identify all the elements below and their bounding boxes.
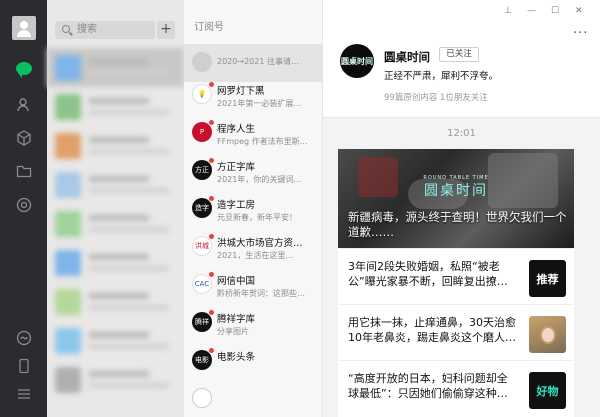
account-preview: 2021年，你的关键词…: [217, 175, 302, 184]
close-icon[interactable]: ✕: [575, 6, 583, 16]
cover-headline: 新疆病毒，源头终于查明！世界欠我们一个道歉……: [348, 210, 567, 239]
unread-dot: [209, 82, 214, 87]
wechat-window: 搜索 + 订阅号 2020→2021 往事请… 💡 网罗灯下黑 2021年第一必…: [0, 0, 600, 417]
list-item[interactable]: [47, 48, 184, 87]
article-item[interactable]: “高度开放的日本，妇科问题却全球最低”：只因她们偷偷穿这种… 好物: [338, 360, 574, 417]
minimize-icon[interactable]: —: [527, 6, 536, 16]
subscription-item[interactable]: [184, 380, 323, 417]
subscription-item[interactable]: 腾祥 腾祥字库 分享图片: [184, 304, 323, 342]
account-preview: 2020→2021 往事请…: [217, 57, 299, 66]
phone-icon[interactable]: [14, 356, 34, 376]
message-timestamp: 12:01: [447, 128, 476, 139]
article-item[interactable]: 3年间2段失败婚姻，私照“被老公”曝光家暴不断，回眸复出撩… 推荐: [338, 248, 574, 304]
list-item[interactable]: [47, 87, 184, 126]
unread-dot: [209, 120, 214, 125]
account-name: 网罗灯下黑: [217, 86, 265, 97]
subscription-list-panel: 订阅号 2020→2021 往事请… 💡 网罗灯下黑 2021年第一必装扩展… …: [184, 0, 323, 417]
unread-dot: [209, 348, 214, 353]
account-name: 腾祥字库: [217, 314, 256, 325]
account-logo: 💡: [192, 84, 212, 104]
account-logo: [192, 52, 212, 72]
list-item[interactable]: [47, 360, 184, 399]
unread-dot: [209, 158, 214, 163]
cover-article[interactable]: ROUND TABLE TIME 圆桌时间 新疆病毒，源头终于查明！世界欠我们一…: [338, 149, 574, 248]
account-logo: P: [192, 122, 212, 142]
unread-dot: [209, 234, 214, 239]
contacts-icon[interactable]: [14, 95, 34, 115]
menu-icon[interactable]: [14, 384, 34, 404]
list-item[interactable]: [47, 282, 184, 321]
account-name: 程序人生: [217, 124, 256, 135]
subscription-item[interactable]: 💡 网罗灯下黑 2021年第一必装扩展…: [184, 76, 323, 114]
unread-dot: [209, 310, 214, 315]
article-thumbnail: [529, 316, 566, 353]
account-logo: CAC: [192, 274, 212, 294]
face-image: [539, 325, 556, 344]
account-logo: 方正: [192, 160, 212, 180]
subscription-item[interactable]: CAC 网信中国 黔桥新年贺词：这那些…: [184, 266, 323, 304]
account-logo: 洪城: [192, 236, 212, 256]
mini-program-icon[interactable]: [14, 328, 34, 348]
account-preview: 黔桥新年贺词：这那些…: [217, 289, 305, 298]
more-options-icon[interactable]: ···: [573, 26, 588, 41]
add-button[interactable]: +: [157, 21, 175, 39]
list-item[interactable]: [47, 126, 184, 165]
article-card: ROUND TABLE TIME 圆桌时间 新疆病毒，源头终于查明！世界欠我们一…: [338, 149, 574, 417]
subscription-item[interactable]: P 程序人生 FFmpeg 作者法布里斯…: [184, 114, 323, 152]
unread-dot: [209, 196, 214, 201]
subscription-header: 订阅号: [194, 22, 224, 33]
list-item[interactable]: [47, 165, 184, 204]
account-name: 电影头条: [217, 352, 256, 363]
account-logo: 腾祥: [192, 312, 212, 332]
list-item[interactable]: [47, 243, 184, 282]
subscription-item[interactable]: 造字 造字工房 元旦新春，新年平安！: [184, 190, 323, 228]
article-title: 用它抹一抹，止痒通鼻，30天治愈10年老鼻炎，踢走鼻炎这个磨人…: [348, 316, 516, 344]
cover-brand: 圆桌时间: [424, 183, 488, 199]
search-icon: [62, 25, 70, 33]
subscription-item[interactable]: 洪城 洪城大市场官方资… 2021，生活在这里…: [184, 228, 323, 266]
chat-icon[interactable]: [14, 58, 34, 78]
article-thumbnail: 好物: [529, 372, 566, 409]
account-preview: FFmpeg 作者法布里斯…: [217, 137, 308, 146]
account-logo[interactable]: 圆桌时间: [340, 44, 374, 78]
article-reader-pane: ⊥ — ☐ ✕ ··· 圆桌时间 圆桌时间 已关注 正经不严肃，犀利不浮夸。 9…: [323, 0, 600, 417]
maximize-icon[interactable]: ☐: [551, 6, 559, 16]
article-item[interactable]: 用它抹一抹，止痒通鼻，30天治愈10年老鼻炎，踢走鼻炎这个磨人…: [338, 304, 574, 360]
account-logo: 造字: [192, 198, 212, 218]
account-slogan: 正经不严肃，犀利不浮夸。: [384, 71, 499, 82]
subscription-item[interactable]: 方正 方正字库 2021年，你的关键词…: [184, 152, 323, 190]
subscription-item[interactable]: 电影 电影头条: [184, 342, 323, 372]
account-name[interactable]: 圆桌时间: [384, 49, 430, 65]
favorites-cube-icon[interactable]: [14, 128, 34, 148]
article-title: “高度开放的日本，妇科问题却全球最低”：只因她们偷偷穿这种…: [348, 372, 508, 400]
chat-list: [47, 48, 184, 399]
account-header: ⊥ — ☐ ✕ ··· 圆桌时间 圆桌时间 已关注 正经不严肃，犀利不浮夸。 9…: [323, 0, 600, 118]
article-title: 3年间2段失败婚姻，私照“被老公”曝光家暴不断，回眸复出撩…: [348, 260, 508, 288]
account-preview: 2021，生活在这里…: [217, 251, 294, 260]
unread-dot: [209, 272, 214, 277]
moments-aperture-icon[interactable]: [14, 195, 34, 215]
account-logo: [192, 388, 212, 408]
account-preview: 元旦新春，新年平安！: [217, 213, 297, 222]
article-thumbnail: 推荐: [529, 260, 566, 297]
pin-icon[interactable]: ⊥: [504, 6, 512, 16]
folder-icon[interactable]: [14, 161, 34, 181]
follow-button[interactable]: 已关注: [439, 47, 479, 62]
account-preview: 2021年第一必装扩展…: [217, 99, 302, 108]
list-item[interactable]: [47, 321, 184, 360]
account-name: 洪城大市场官方资…: [217, 238, 303, 249]
account-preview: 分享图片: [217, 327, 249, 336]
account-stats: 99篇原创内容 1位朋友关注: [384, 93, 488, 103]
nav-rail: [0, 0, 47, 417]
search-placeholder: 搜索: [77, 24, 97, 35]
search-input[interactable]: 搜索: [55, 21, 155, 39]
user-avatar[interactable]: [12, 16, 36, 40]
chat-list-panel: 搜索 +: [47, 0, 184, 417]
account-name: 造字工房: [217, 200, 256, 211]
account-name: 方正字库: [217, 162, 256, 173]
account-logo: 电影: [192, 350, 212, 370]
list-item[interactable]: [47, 204, 184, 243]
account-name: 网信中国: [217, 276, 256, 287]
